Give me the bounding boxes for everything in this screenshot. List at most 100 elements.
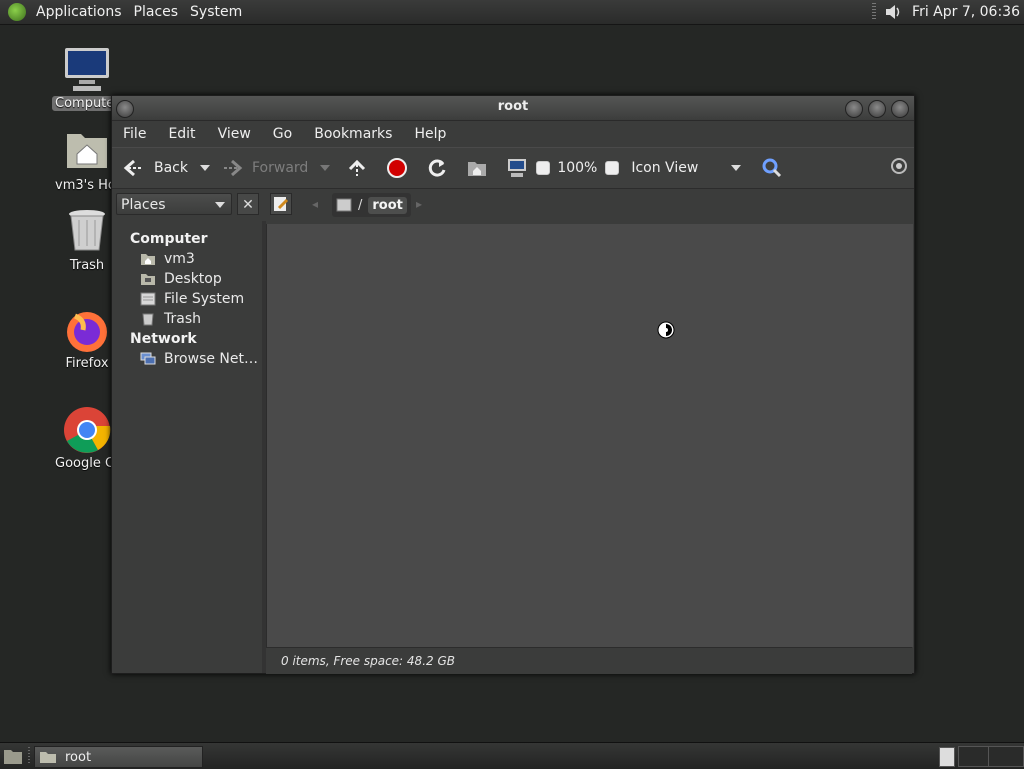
sidebar-heading-network: Network bbox=[130, 331, 197, 347]
zoom-out-button[interactable] bbox=[536, 153, 551, 183]
zoom-in-button[interactable] bbox=[605, 153, 620, 183]
desktop-folder-icon bbox=[140, 272, 156, 286]
menu-file[interactable]: File bbox=[112, 126, 157, 142]
home-button[interactable] bbox=[466, 153, 488, 183]
menu-view[interactable]: View bbox=[207, 126, 262, 142]
sidebar-item-label: Browse Net… bbox=[164, 351, 259, 367]
sidebar-item-browse-network[interactable]: Browse Net… bbox=[112, 349, 262, 369]
menu-edit[interactable]: Edit bbox=[157, 126, 206, 142]
sidebar-type-select[interactable]: Places bbox=[116, 193, 232, 215]
computer-icon bbox=[63, 46, 111, 94]
up-arrow-icon bbox=[346, 157, 368, 179]
forward-arrow-icon bbox=[222, 157, 244, 179]
trash-applet-icon[interactable] bbox=[939, 747, 955, 767]
applications-menu[interactable]: Applications bbox=[30, 0, 128, 24]
reload-icon bbox=[426, 157, 448, 179]
file-view-area[interactable] bbox=[266, 224, 913, 647]
sidebar-item-trash[interactable]: Trash bbox=[112, 309, 262, 329]
path-button-current[interactable]: root bbox=[368, 196, 407, 214]
sidebar-item-label: Trash bbox=[164, 311, 201, 327]
menu-go[interactable]: Go bbox=[262, 126, 303, 142]
system-menu[interactable]: System bbox=[184, 0, 248, 24]
spinner-icon bbox=[890, 157, 912, 179]
window-title: root bbox=[497, 99, 529, 114]
zoom-out-icon bbox=[536, 161, 551, 175]
view-mode-label: Icon View bbox=[631, 160, 699, 176]
network-icon bbox=[140, 352, 156, 366]
back-label: Back bbox=[154, 160, 188, 176]
reload-button[interactable] bbox=[426, 153, 448, 183]
activity-indicator bbox=[890, 153, 912, 183]
zoom-level[interactable]: 100% bbox=[557, 153, 597, 183]
forward-history-dropdown[interactable] bbox=[320, 153, 331, 183]
distro-logo-icon[interactable] bbox=[8, 3, 26, 21]
top-panel: Applications Places System Fri Apr 7, 06… bbox=[0, 0, 1024, 25]
status-bar: 0 items, Free space: 48.2 GB bbox=[266, 647, 912, 674]
show-desktop-button[interactable] bbox=[3, 747, 23, 765]
forward-button[interactable]: Forward bbox=[222, 153, 308, 183]
close-sidebar-button[interactable]: ✕ bbox=[237, 193, 259, 215]
panel-handle[interactable] bbox=[28, 747, 30, 765]
volume-icon[interactable] bbox=[884, 3, 902, 21]
location-toggle-button[interactable] bbox=[270, 193, 292, 215]
computer-button[interactable] bbox=[506, 153, 528, 183]
sidebar-item-vm3[interactable]: vm3 bbox=[112, 249, 262, 269]
drive-icon bbox=[140, 292, 156, 306]
taskbar-button-label: root bbox=[65, 749, 92, 765]
menubar: File Edit View Go Bookmarks Help bbox=[112, 121, 914, 147]
status-text: 0 items, Free space: 48.2 GB bbox=[281, 654, 455, 668]
taskbar-button-root[interactable]: root bbox=[34, 746, 203, 768]
view-mode-select[interactable]: Icon View bbox=[631, 153, 742, 183]
close-button[interactable] bbox=[891, 100, 909, 118]
home-folder-icon bbox=[63, 128, 111, 176]
stop-button[interactable] bbox=[386, 153, 408, 183]
path-bar: / root bbox=[332, 193, 411, 217]
firefox-icon bbox=[63, 306, 111, 354]
up-button[interactable] bbox=[346, 153, 368, 183]
menu-bookmarks[interactable]: Bookmarks bbox=[303, 126, 403, 142]
show-desktop-icon bbox=[4, 750, 22, 764]
trash-icon bbox=[140, 312, 156, 326]
minimize-button[interactable] bbox=[845, 100, 863, 118]
search-icon bbox=[761, 157, 783, 179]
clock[interactable]: Fri Apr 7, 06:36 bbox=[912, 4, 1020, 20]
trash-icon bbox=[63, 208, 111, 256]
search-button[interactable] bbox=[761, 153, 783, 183]
path-scroll-right[interactable]: ▸ bbox=[416, 197, 422, 211]
path-scroll-left[interactable]: ◂ bbox=[312, 197, 318, 211]
home-folder-icon bbox=[140, 252, 156, 266]
sidebar-header: Places ✕ bbox=[116, 193, 259, 215]
sidebar-item-file-system[interactable]: File System bbox=[112, 289, 262, 309]
back-button[interactable]: Back bbox=[122, 153, 188, 183]
file-manager-window: root File Edit View Go Bookmarks Help Ba… bbox=[111, 95, 915, 674]
places-sidebar: Computer vm3 Desktop File System Trash N… bbox=[112, 221, 266, 673]
stop-icon bbox=[386, 157, 408, 179]
window-titlebar[interactable]: root bbox=[112, 96, 914, 121]
home-folder-icon bbox=[466, 157, 488, 179]
root-drive-icon[interactable] bbox=[336, 198, 352, 212]
desktop-icon-label: Trash bbox=[69, 258, 105, 273]
busy-cursor-icon bbox=[657, 321, 675, 339]
computer-icon bbox=[506, 157, 528, 179]
maximize-button[interactable] bbox=[868, 100, 886, 118]
chrome-icon bbox=[63, 406, 111, 454]
folder-icon bbox=[39, 750, 57, 764]
back-history-dropdown[interactable] bbox=[200, 153, 210, 183]
desktop-icon-label: Firefox bbox=[65, 356, 109, 371]
location-bar: Places ✕ ◂ / root ▸ bbox=[112, 189, 914, 223]
chevron-down-icon bbox=[200, 165, 210, 171]
places-menu[interactable]: Places bbox=[128, 0, 185, 24]
bottom-panel: root bbox=[0, 742, 1024, 769]
menu-help[interactable]: Help bbox=[403, 126, 457, 142]
back-arrow-icon bbox=[122, 157, 144, 179]
close-icon: ✕ bbox=[242, 197, 254, 213]
edit-location-icon bbox=[274, 197, 289, 211]
workspace-2[interactable] bbox=[988, 746, 1024, 767]
panel-handle[interactable] bbox=[872, 3, 877, 21]
zoom-in-icon bbox=[605, 161, 620, 175]
chevron-down-icon bbox=[320, 165, 331, 171]
forward-label: Forward bbox=[252, 160, 309, 176]
chevron-down-icon bbox=[215, 202, 225, 208]
sidebar-item-desktop[interactable]: Desktop bbox=[112, 269, 262, 289]
toolbar: Back Forward 100% Icon View bbox=[112, 147, 914, 189]
